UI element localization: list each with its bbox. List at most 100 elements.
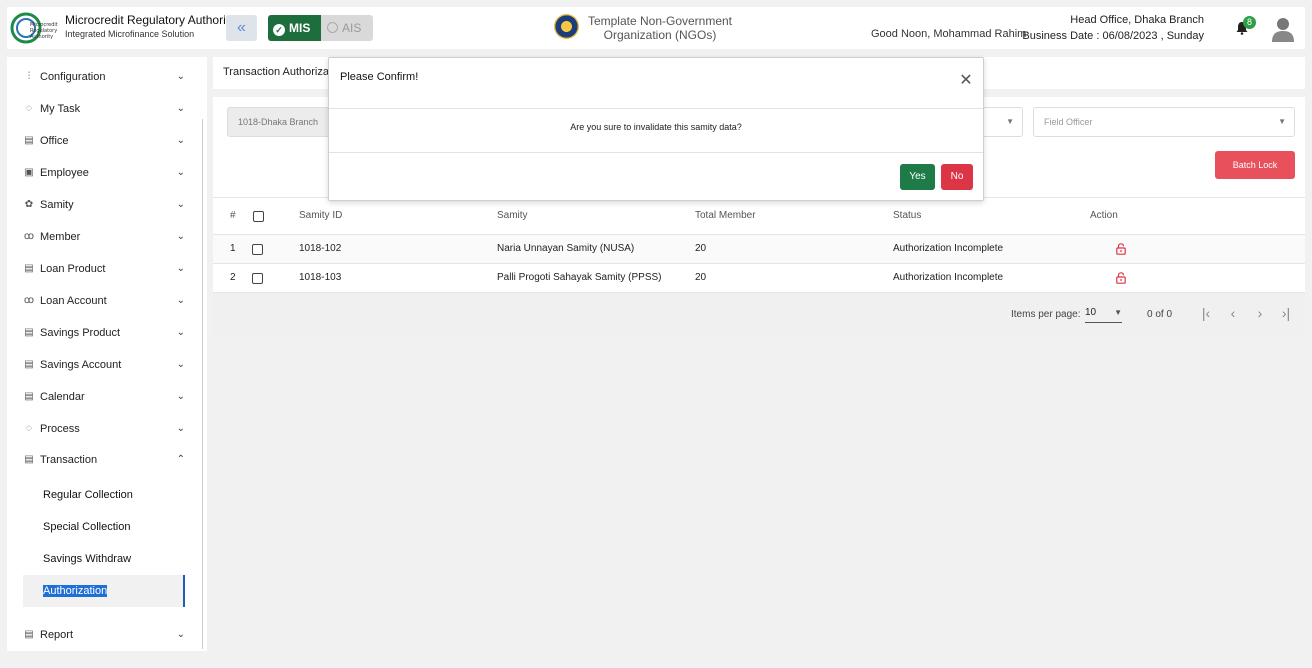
sidebar-item-label: Loan Product <box>40 263 106 275</box>
sidebar-item-member[interactable]: ꝏ Member ⌄ <box>22 225 192 249</box>
row-checkbox[interactable] <box>252 244 263 255</box>
check-circle-icon: ✓ <box>273 24 285 36</box>
sidebar-item-my-task[interactable]: ◌ My Task ⌄ <box>22 97 192 121</box>
sidebar-item-label: My Task <box>40 103 81 115</box>
users-icon: ꝏ <box>23 295 35 306</box>
chevron-down-icon: ⌄ <box>176 135 185 146</box>
field-officer-placeholder: Field Officer <box>1044 117 1093 127</box>
sidebar-item-label: Employee <box>40 167 89 179</box>
group-icon: ✿ <box>24 199 34 210</box>
mis-toggle-button[interactable]: ✓ MIS <box>268 15 321 41</box>
ais-label: AIS <box>342 21 362 35</box>
doc-icon: ▤ <box>24 629 34 640</box>
chevron-down-icon: ⌄ <box>176 359 185 370</box>
row-number: 2 <box>230 272 236 283</box>
close-icon[interactable]: ✕ <box>959 73 973 89</box>
sidebar-subitem-regular-collection[interactable]: Regular Collection <box>23 479 185 511</box>
sidebar-item-samity[interactable]: ✿ Samity ⌄ <box>22 193 192 217</box>
caret-down-icon: ▼ <box>1278 117 1286 126</box>
sidebar-item-label: Report <box>40 629 74 641</box>
next-page-icon[interactable]: › <box>1252 305 1268 321</box>
sidebar-subitem-savings-withdraw[interactable]: Savings Withdraw <box>23 543 185 575</box>
sidebar-item-process[interactable]: ◌ Process ⌄ <box>22 417 192 441</box>
confirm-dialog: Please Confirm! ✕ Are you sure to invali… <box>328 57 984 201</box>
sidebar-scrollbar[interactable] <box>202 119 206 649</box>
row-status: Authorization Incomplete <box>893 272 1004 283</box>
chevron-down-icon: ⌄ <box>176 295 185 306</box>
previous-page-icon[interactable]: ‹ <box>1225 305 1241 321</box>
row-samity-id: 1018-102 <box>299 243 342 254</box>
yes-button[interactable]: Yes <box>900 164 935 190</box>
mis-label: MIS <box>289 21 311 35</box>
sidebar-collapse-button[interactable]: « <box>226 15 257 41</box>
sidebar-item-transaction[interactable]: ▤ Transaction ⌃ <box>22 448 192 472</box>
dialog-divider <box>329 108 983 109</box>
sidebar-item-savings-product[interactable]: ▤ Savings Product ⌄ <box>22 321 192 345</box>
doc-icon: ▤ <box>24 263 34 274</box>
chevron-down-icon: ⌄ <box>176 167 185 178</box>
row-checkbox[interactable] <box>252 273 263 284</box>
row-status: Authorization Incomplete <box>893 243 1004 254</box>
double-chevron-left-icon: « <box>237 19 246 36</box>
sidebar-item-savings-account[interactable]: ▤ Savings Account ⌄ <box>22 353 192 377</box>
sidebar-subitem-special-collection[interactable]: Special Collection <box>23 511 185 543</box>
sidebar-item-loan-product[interactable]: ▤ Loan Product ⌄ <box>22 257 192 281</box>
sidebar-subitem-label: Special Collection <box>43 521 131 533</box>
loader-icon: ◌ <box>26 103 32 114</box>
sidebar-item-label: Transaction <box>40 454 98 466</box>
sidebar-item-employee[interactable]: ▣ Employee ⌄ <box>22 161 192 185</box>
table-row: 1 1018-102 Naria Unnayan Samity (NUSA) 2… <box>213 235 1305 264</box>
doc-icon: ▤ <box>24 454 34 465</box>
ais-toggle-button[interactable]: AIS <box>321 15 373 41</box>
page-size-select[interactable]: 10 ▼ <box>1085 303 1122 323</box>
sidebar-item-configuration[interactable]: ⫶ Configuration ⌄ <box>22 65 192 89</box>
chevron-down-icon: ⌄ <box>176 629 185 640</box>
user-avatar-icon[interactable] <box>1271 16 1295 42</box>
ngo-name: Template Non-Government Organization (NG… <box>587 14 733 42</box>
office-name: Head Office, Dhaka Branch <box>1070 14 1204 26</box>
users-icon: ꝏ <box>23 231 35 242</box>
row-samity: Naria Unnayan Samity (NUSA) <box>497 243 635 254</box>
last-page-icon[interactable]: ›| <box>1278 305 1294 321</box>
first-page-icon[interactable]: |‹ <box>1198 305 1214 321</box>
dialog-message: Are you sure to invalidate this samity d… <box>570 122 742 132</box>
sidebar-item-label: Member <box>40 231 81 243</box>
loader-icon: ◌ <box>26 423 32 434</box>
id-card-icon: ▣ <box>24 167 34 178</box>
sidebar-item-loan-account[interactable]: ꝏ Loan Account ⌄ <box>22 289 192 313</box>
sidebar-item-report[interactable]: ▤ Report ⌄ <box>22 623 192 647</box>
doc-icon: ▤ <box>24 359 34 370</box>
field-officer-select[interactable]: Field Officer ▼ <box>1033 107 1295 137</box>
col-header-samity-id: Samity ID <box>299 210 343 221</box>
unlock-icon[interactable] <box>1116 272 1126 284</box>
unlock-icon[interactable] <box>1116 243 1126 255</box>
sidebar-item-label: Loan Account <box>40 295 107 307</box>
no-button[interactable]: No <box>941 164 973 190</box>
col-header-total-member: Total Member <box>695 210 756 221</box>
row-total-member: 20 <box>695 243 707 254</box>
sidebar-item-label: Savings Account <box>40 359 122 371</box>
table-header: # Samity ID Samity Total Member Status A… <box>213 197 1305 235</box>
sidebar-item-label: Process <box>40 423 80 435</box>
chevron-down-icon: ⌄ <box>176 263 185 274</box>
sidebar-item-office[interactable]: ▤ Office ⌄ <box>22 129 192 153</box>
select-all-checkbox[interactable] <box>253 211 264 222</box>
sidebar-subitem-authorization[interactable]: Authorization <box>23 575 185 607</box>
sidebar-item-calendar[interactable]: ▤ Calendar ⌄ <box>22 385 192 409</box>
doc-icon: ▤ <box>24 135 34 146</box>
caret-down-icon: ▼ <box>1006 117 1014 126</box>
org-subtitle: Integrated Microfinance Solution <box>65 29 195 39</box>
sidebar-item-label: Calendar <box>40 391 85 403</box>
sidebar-item-label: Savings Product <box>40 327 121 339</box>
paginator: Items per page: 10 ▼ 0 of 0 |‹ ‹ › ›| <box>213 293 1305 337</box>
page-size-value: 10 <box>1085 307 1097 318</box>
chevron-down-icon: ⌄ <box>176 423 185 434</box>
col-header-action: Action <box>1090 210 1118 221</box>
batch-lock-button[interactable]: Batch Lock <box>1215 151 1295 179</box>
dialog-divider <box>329 152 983 153</box>
dialog-title: Please Confirm! <box>340 71 419 83</box>
business-date: Business Date : 06/08/2023 , Sunday <box>1022 30 1204 42</box>
page-range: 0 of 0 <box>1147 309 1173 320</box>
sidebar-item-label: Configuration <box>40 71 106 83</box>
items-per-page-label: Items per page: <box>1011 309 1081 320</box>
